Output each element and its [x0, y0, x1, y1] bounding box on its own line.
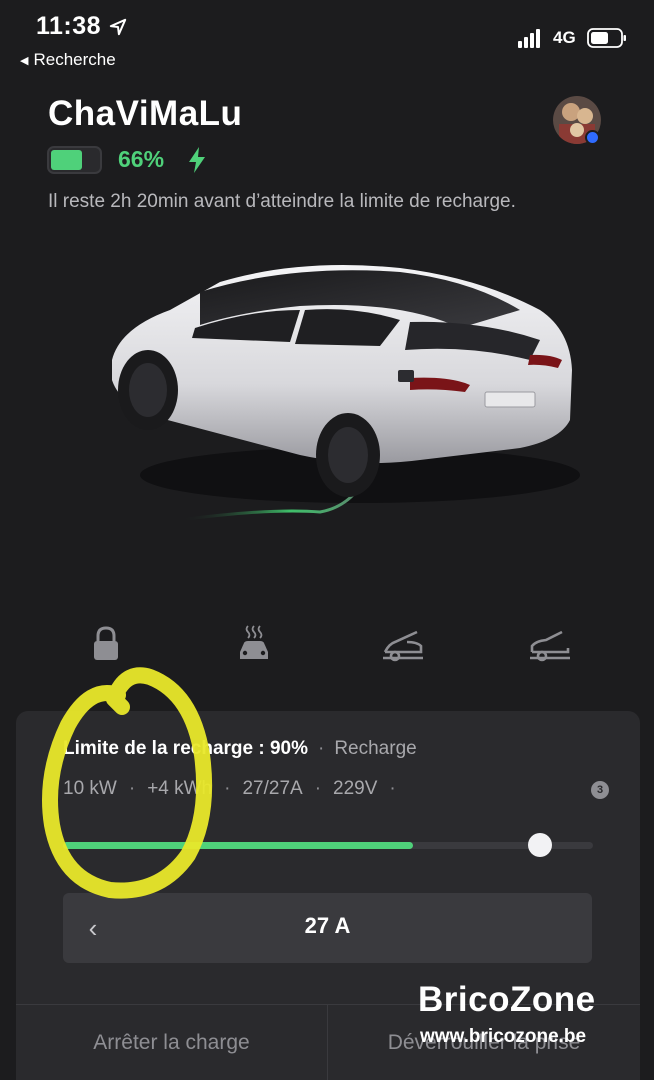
- separator-dot: ·: [318, 738, 325, 759]
- back-to-search-link[interactable]: ◀ Recherche: [20, 50, 116, 70]
- status-battery-icon: [587, 28, 626, 48]
- charging-state-label: Recharge: [334, 738, 417, 759]
- vehicle-image: [112, 265, 580, 522]
- climate-icon: [240, 625, 268, 659]
- trunk-icon: [530, 630, 570, 662]
- watermark-title: BricoZone: [418, 980, 596, 1019]
- charge-limit-slider-thumb[interactable]: [528, 833, 552, 857]
- frunk-icon: [383, 630, 423, 662]
- amperage-value: 27 A: [304, 913, 351, 938]
- separator-dot: ·: [224, 778, 231, 799]
- frunk-button[interactable]: [377, 620, 429, 668]
- network-label: 4G: [553, 28, 576, 47]
- current-amps: 27/27A: [242, 778, 303, 799]
- charging-status-text: Il reste 2h 20min avant d’atteindre la l…: [48, 191, 516, 212]
- stop-charging-button[interactable]: Arrêter la charge: [16, 1005, 327, 1080]
- voltage: 229V: [333, 778, 378, 799]
- info-badge[interactable]: 3: [591, 781, 609, 799]
- highlight-circle-annotation: [42, 667, 213, 899]
- signal-icon: [518, 28, 540, 48]
- separator-dot: ·: [389, 778, 396, 799]
- separator-dot: ·: [314, 778, 322, 799]
- status-time: 11:38: [36, 12, 127, 41]
- battery-level-icon: [47, 146, 102, 174]
- trunk-button[interactable]: [524, 620, 576, 668]
- avatar-status-dot: [585, 130, 600, 145]
- charging-bolt-icon: [189, 147, 205, 173]
- watermark-url: www.bricozone.be: [420, 1026, 587, 1047]
- back-label: Recherche: [33, 50, 116, 69]
- vehicle-name: ChaViMaLu: [48, 94, 243, 133]
- climate-button[interactable]: [228, 620, 280, 668]
- back-triangle-icon: ◀: [20, 54, 29, 67]
- battery-percent: 66%: [118, 146, 165, 172]
- location-arrow-icon: [109, 18, 127, 35]
- time-label: 11:38: [36, 12, 102, 40]
